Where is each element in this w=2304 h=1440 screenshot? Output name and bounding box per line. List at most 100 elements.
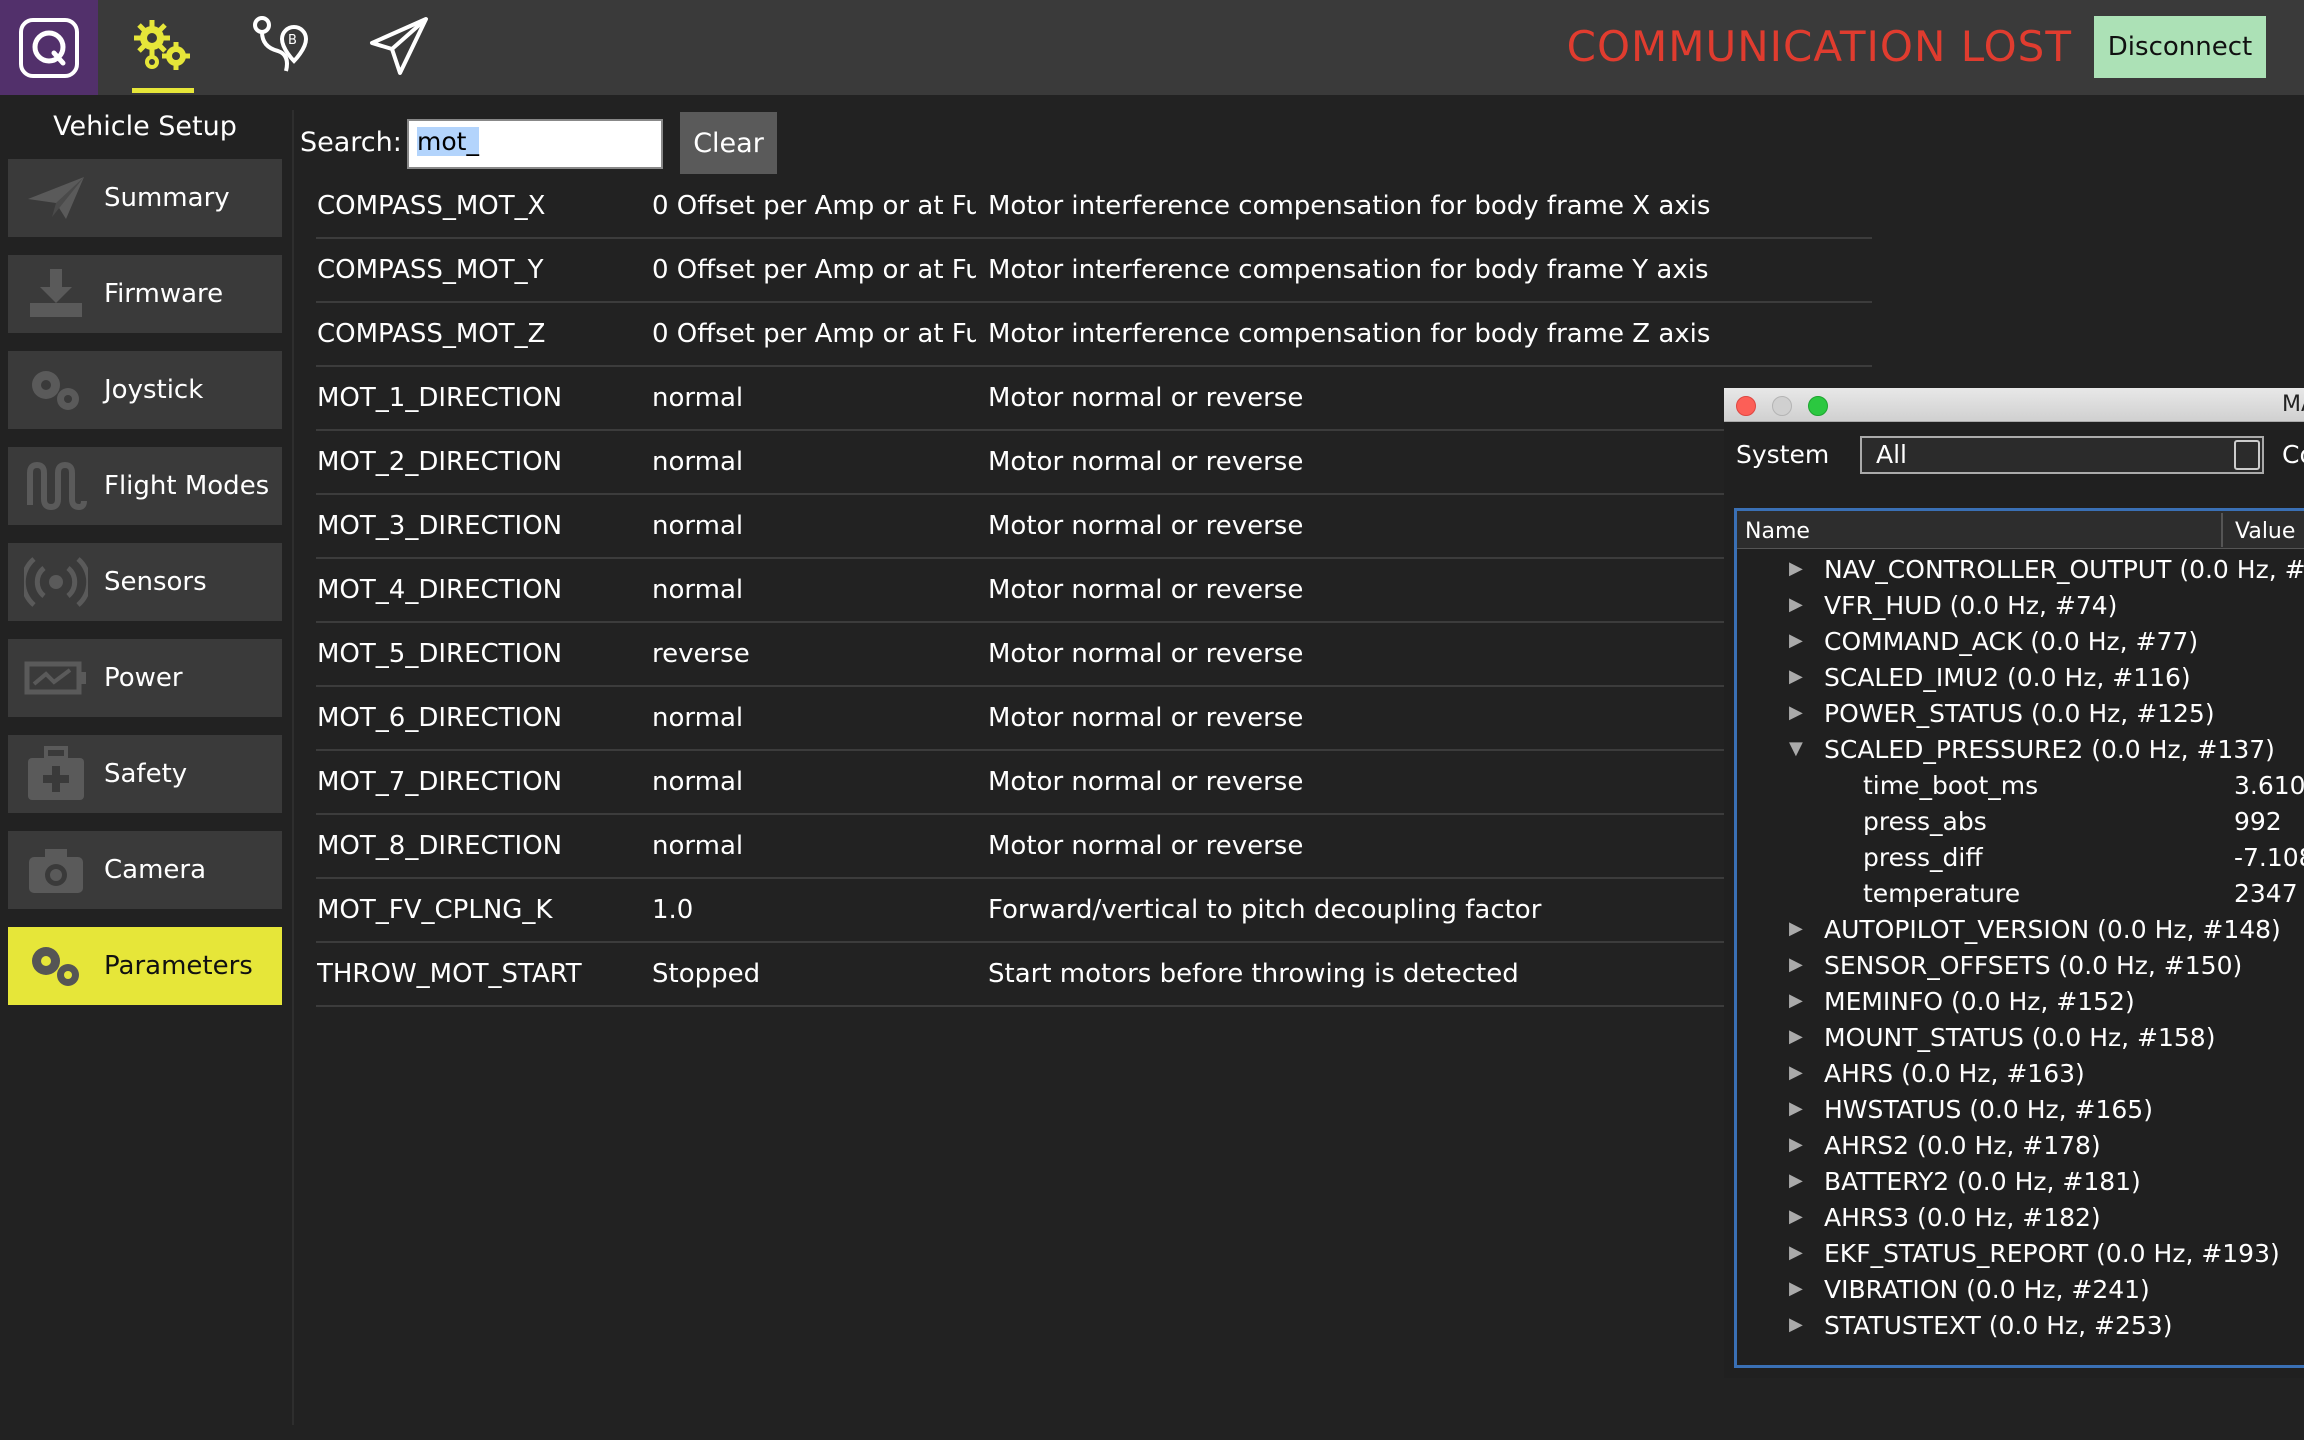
table-row[interactable]: MOT_3_DIRECTION normal Motor normal or r… — [316, 495, 1872, 559]
close-icon[interactable] — [1736, 396, 1756, 416]
sidebar-item-flight-modes[interactable]: Flight Modes — [8, 447, 282, 525]
expand-arrow-icon[interactable]: ▶ — [1789, 1170, 1803, 1191]
table-row[interactable]: MOT_7_DIRECTION normal Motor normal or r… — [316, 751, 1872, 815]
table-row[interactable]: COMPASS_MOT_Z 0 Offset per Amp or at Fu … — [316, 303, 1872, 367]
expand-arrow-icon[interactable]: ▶ — [1789, 1098, 1803, 1119]
collapse-arrow-icon[interactable]: ▼ — [1789, 738, 1803, 759]
tree-item[interactable]: ▶ AUTOPILOT_VERSION (0.0 Hz, #148) — [1737, 913, 2304, 949]
tree-item[interactable]: ▶ SCALED_IMU2 (0.0 Hz, #116) — [1737, 661, 2304, 697]
message-tree[interactable]: Name Value ▶ NAV_CONTROLLER_OUTPUT (0.0 H… — [1734, 508, 2304, 1368]
table-row[interactable]: MOT_8_DIRECTION normal Motor normal or r… — [316, 815, 1872, 879]
sidebar-item-label: Summary — [104, 183, 230, 213]
sidebar-item-parameters[interactable]: Parameters — [8, 927, 282, 1005]
tree-item[interactable]: ▶ SENSOR_OFFSETS (0.0 Hz, #150) — [1737, 949, 2304, 985]
fly-view-button[interactable] — [350, 0, 448, 95]
expand-arrow-icon[interactable]: ▶ — [1789, 1062, 1803, 1083]
mavlink-inspector-window: MA System All Co Name Value ▶ NAV_CONTROL… — [1724, 388, 2304, 1378]
table-row[interactable]: COMPASS_MOT_X 0 Offset per Amp or at Fu … — [316, 175, 1872, 239]
sidebar-item-firmware[interactable]: Firmware — [8, 255, 282, 333]
tree-item[interactable]: ▶ AHRS (0.0 Hz, #163) — [1737, 1057, 2304, 1093]
vehicle-setup-button[interactable] — [114, 0, 212, 95]
tree-item[interactable]: ▶ MOUNT_STATUS (0.0 Hz, #158) — [1737, 1021, 2304, 1057]
tree-item-label: AHRS2 (0.0 Hz, #178) — [1824, 1131, 2101, 1160]
table-row[interactable]: MOT_FV_CPLNG_K 1.0 Forward/vertical to p… — [316, 879, 1872, 943]
tree-item[interactable]: ▶ MEMINFO (0.0 Hz, #152) — [1737, 985, 2304, 1021]
expand-arrow-icon[interactable]: ▶ — [1789, 1278, 1803, 1299]
tree-item[interactable]: ▶ HWSTATUS (0.0 Hz, #165) — [1737, 1093, 2304, 1129]
tree-child-item[interactable]: time_boot_ms 3.6102 — [1737, 769, 2304, 805]
table-row[interactable]: MOT_5_DIRECTION reverse Motor normal or … — [316, 623, 1872, 687]
plan-view-button[interactable]: B — [232, 0, 330, 95]
minimize-icon[interactable] — [1772, 396, 1792, 416]
expand-arrow-icon[interactable]: ▶ — [1789, 666, 1803, 687]
expand-arrow-icon[interactable]: ▶ — [1789, 954, 1803, 975]
column-header-value[interactable]: Value — [2235, 519, 2295, 544]
column-header-name[interactable]: Name — [1745, 519, 1810, 544]
expand-arrow-icon[interactable]: ▶ — [1789, 1314, 1803, 1335]
sidebar-item-safety[interactable]: Safety — [8, 735, 282, 813]
tree-item[interactable]: ▼ SCALED_PRESSURE2 (0.0 Hz, #137) — [1737, 733, 2304, 769]
tree-item[interactable]: ▶ EKF_STATUS_REPORT (0.0 Hz, #193) — [1737, 1237, 2304, 1273]
window-titlebar[interactable]: MA — [1724, 388, 2304, 422]
tree-item[interactable]: ▶ VIBRATION (0.0 Hz, #241) — [1737, 1273, 2304, 1309]
tree-item[interactable]: ▶ AHRS2 (0.0 Hz, #178) — [1737, 1129, 2304, 1165]
tree-child-item[interactable]: press_abs 992 — [1737, 805, 2304, 841]
param-value: normal — [652, 575, 744, 605]
param-name: MOT_8_DIRECTION — [317, 831, 563, 861]
sidebar-item-summary[interactable]: Summary — [8, 159, 282, 237]
expand-arrow-icon[interactable]: ▶ — [1789, 702, 1803, 723]
expand-arrow-icon[interactable]: ▶ — [1789, 630, 1803, 651]
tree-item[interactable]: ▶ AHRS3 (0.0 Hz, #182) — [1737, 1201, 2304, 1237]
param-value: normal — [652, 767, 744, 797]
sidebar-item-label: Power — [104, 663, 183, 693]
field-name: temperature — [1863, 879, 2021, 908]
sidebar-item-camera[interactable]: Camera — [8, 831, 282, 909]
tree-child-item[interactable]: temperature 2347 — [1737, 877, 2304, 913]
tree-item[interactable]: ▶ NAV_CONTROLLER_OUTPUT (0.0 Hz, # — [1737, 553, 2304, 589]
disconnect-button[interactable]: Disconnect — [2094, 16, 2266, 78]
system-select[interactable]: All — [1860, 436, 2264, 474]
qgc-logo-icon[interactable] — [0, 0, 98, 95]
expand-arrow-icon[interactable]: ▶ — [1789, 1134, 1803, 1155]
param-value: normal — [652, 831, 744, 861]
tree-item-label: COMMAND_ACK (0.0 Hz, #77) — [1824, 627, 2199, 656]
table-row[interactable]: MOT_2_DIRECTION normal Motor normal or r… — [316, 431, 1872, 495]
expand-arrow-icon[interactable]: ▶ — [1789, 990, 1803, 1011]
tree-item[interactable]: ▶ VFR_HUD (0.0 Hz, #74) — [1737, 589, 2304, 625]
tree-item-label: SCALED_IMU2 (0.0 Hz, #116) — [1824, 663, 2191, 692]
tree-child-item[interactable]: press_diff -7.108 — [1737, 841, 2304, 877]
search-input[interactable]: mot_ — [407, 119, 663, 169]
table-row[interactable]: MOT_1_DIRECTION normal Motor normal or r… — [316, 367, 1872, 431]
sidebar-item-joystick[interactable]: Joystick — [8, 351, 282, 429]
sidebar-item-sensors[interactable]: Sensors — [8, 543, 282, 621]
tree-item-label: SCALED_PRESSURE2 (0.0 Hz, #137) — [1824, 735, 2275, 764]
sidebar-item-power[interactable]: Power — [8, 639, 282, 717]
download-icon — [8, 255, 104, 333]
expand-arrow-icon[interactable]: ▶ — [1789, 558, 1803, 579]
param-name: COMPASS_MOT_X — [317, 191, 546, 221]
expand-arrow-icon[interactable]: ▶ — [1789, 1206, 1803, 1227]
tree-item[interactable]: ▶ BATTERY2 (0.0 Hz, #181) — [1737, 1165, 2304, 1201]
param-value: normal — [652, 383, 744, 413]
expand-arrow-icon[interactable]: ▶ — [1789, 594, 1803, 615]
system-select-value: All — [1876, 440, 1907, 469]
dropdown-icon[interactable] — [2234, 440, 2260, 470]
tree-item[interactable]: ▶ STATUSTEXT (0.0 Hz, #253) — [1737, 1309, 2304, 1345]
expand-arrow-icon[interactable]: ▶ — [1789, 1026, 1803, 1047]
maximize-icon[interactable] — [1808, 396, 1828, 416]
expand-arrow-icon[interactable]: ▶ — [1789, 918, 1803, 939]
table-row[interactable]: THROW_MOT_START Stopped Start motors bef… — [316, 943, 1872, 1007]
expand-arrow-icon[interactable]: ▶ — [1789, 1242, 1803, 1263]
field-value: 992 — [2234, 807, 2282, 836]
paper-plane-icon — [366, 13, 432, 83]
table-row[interactable]: MOT_4_DIRECTION normal Motor normal or r… — [316, 559, 1872, 623]
param-value: normal — [652, 447, 744, 477]
table-row[interactable]: MOT_6_DIRECTION normal Motor normal or r… — [316, 687, 1872, 751]
table-row[interactable]: COMPASS_MOT_Y 0 Offset per Amp or at Fu … — [316, 239, 1872, 303]
search-input-value: mot_ — [417, 127, 479, 156]
tree-item[interactable]: ▶ COMMAND_ACK (0.0 Hz, #77) — [1737, 625, 2304, 661]
clear-button[interactable]: Clear — [680, 112, 777, 174]
tree-item[interactable]: ▶ POWER_STATUS (0.0 Hz, #125) — [1737, 697, 2304, 733]
column-separator[interactable] — [2221, 513, 2223, 547]
tree-item-label: VFR_HUD (0.0 Hz, #74) — [1824, 591, 2118, 620]
